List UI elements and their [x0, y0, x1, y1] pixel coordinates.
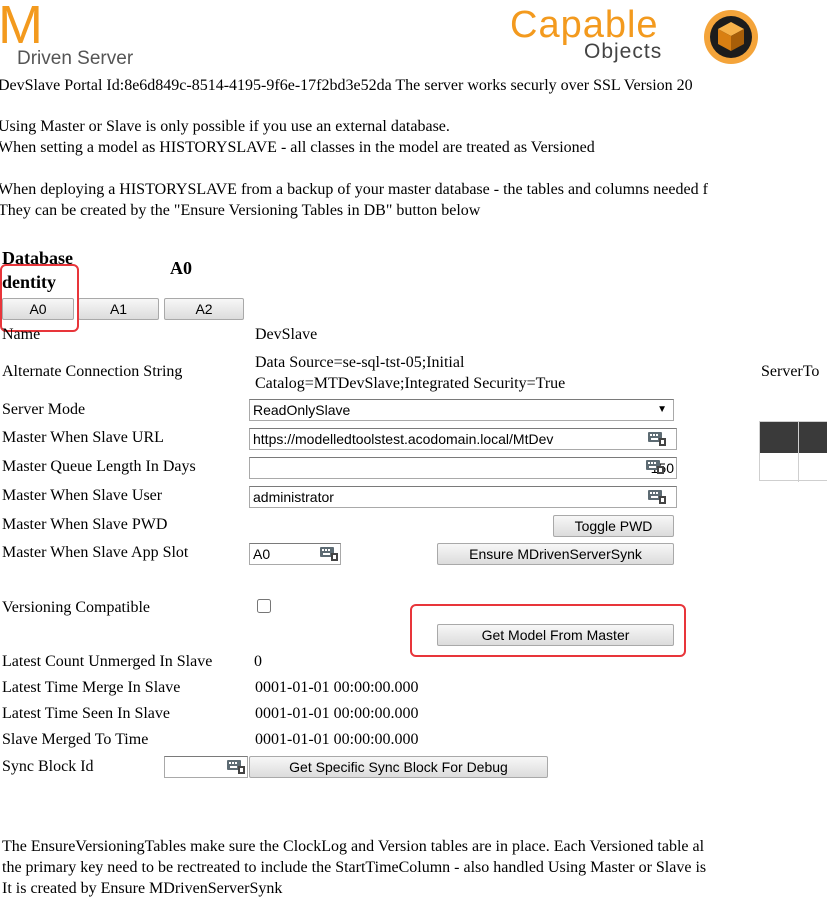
- name-value: DevSlave: [255, 326, 318, 343]
- versioning-checkbox[interactable]: [257, 599, 271, 613]
- unmerged-value: 0: [254, 653, 262, 670]
- alt-connection-line-1: Data Source=se-sql-tst-05;Initial: [255, 354, 465, 371]
- server-mode-select[interactable]: ReadOnlySlave ▼: [249, 399, 674, 421]
- ensure-synk-button[interactable]: Ensure MDrivenServerSynk: [437, 543, 674, 565]
- queue-length-input[interactable]: 150: [249, 457, 677, 479]
- sync-block-label: Sync Block Id: [2, 758, 94, 775]
- capable-objects-cube-logo: [704, 10, 758, 64]
- mdriven-logo-text: Driven Server: [17, 48, 134, 69]
- slave-pwd-label: Master When Slave PWD: [2, 516, 168, 533]
- app-slot-label: Master When Slave App Slot: [2, 544, 189, 561]
- app-slot-value: A0: [253, 546, 271, 562]
- alt-connection-line-2: Catalog=MTDevSlave;Integrated Security=T…: [255, 375, 566, 392]
- server-to-grid: [759, 421, 827, 482]
- slot-button-a1[interactable]: A1: [78, 298, 159, 320]
- get-sync-block-button[interactable]: Get Specific Sync Block For Debug: [249, 756, 548, 778]
- unmerged-label: Latest Count Unmerged In Slave: [2, 653, 213, 670]
- intro-line-3: When deploying a HISTORYSLAVE from a bac…: [0, 181, 708, 198]
- grid-header-row: [760, 422, 827, 453]
- keyboard-icon[interactable]: [646, 460, 664, 474]
- keyboard-icon[interactable]: [648, 432, 666, 446]
- master-url-input[interactable]: https://modelledtoolstest.acodomain.loca…: [249, 428, 677, 450]
- versioning-label: Versioning Compatible: [2, 599, 150, 616]
- alt-connection-value: Data Source=se-sql-tst-05;Initial Catalo…: [255, 352, 565, 394]
- slot-button-a2[interactable]: A2: [164, 298, 244, 320]
- seen-time-label: Latest Time Seen In Slave: [2, 705, 170, 722]
- slave-user-value: administrator: [253, 489, 334, 505]
- toggle-pwd-button[interactable]: Toggle PWD: [553, 515, 674, 537]
- keyboard-icon[interactable]: [320, 547, 338, 561]
- intro-line-1: Using Master or Slave is only possible i…: [0, 118, 450, 135]
- current-identity-value: A0: [170, 258, 192, 278]
- slave-user-label: Master When Slave User: [2, 487, 163, 504]
- footer-line-2: the primary key need to be rectreated to…: [2, 859, 707, 876]
- name-label: Name: [2, 326, 41, 343]
- seen-time-value: 0001-01-01 00:00:00.000: [255, 705, 419, 722]
- grid-column-divider: [798, 422, 799, 482]
- merge-time-label: Latest Time Merge In Slave: [2, 679, 181, 696]
- intro-line-4: They can be created by the "Ensure Versi…: [0, 202, 481, 219]
- dropdown-arrow-icon: ▼: [657, 404, 667, 415]
- footer-line-1: The EnsureVersioningTables make sure the…: [2, 838, 705, 855]
- intro-line-2: When setting a model as HISTORYSLAVE - a…: [0, 139, 595, 156]
- server-to-label: ServerTo: [761, 363, 820, 380]
- merged-to-label: Slave Merged To Time: [2, 731, 149, 748]
- objects-logo-text: Objects: [584, 40, 663, 63]
- alt-connection-label: Alternate Connection String: [2, 363, 183, 380]
- queue-length-label: Master Queue Length In Days: [2, 458, 196, 475]
- server-mode-value: ReadOnlySlave: [253, 402, 351, 418]
- master-url-value: https://modelledtoolstest.acodomain.loca…: [253, 431, 554, 447]
- slave-user-input[interactable]: administrator: [249, 486, 677, 508]
- merge-time-value: 0001-01-01 00:00:00.000: [255, 679, 419, 696]
- server-mode-label: Server Mode: [2, 401, 86, 418]
- highlight-get-model-box: [410, 604, 686, 657]
- merged-to-value: 0001-01-01 00:00:00.000: [255, 731, 419, 748]
- highlight-a0-box: [0, 264, 79, 332]
- portal-info: DevSlave Portal Id:8e6d849c-8514-4195-9f…: [0, 77, 693, 94]
- master-url-label: Master When Slave URL: [2, 429, 164, 446]
- keyboard-icon[interactable]: [648, 490, 666, 504]
- footer-line-3: It is created by Ensure MDrivenServerSyn…: [2, 880, 283, 897]
- keyboard-icon[interactable]: [227, 760, 245, 774]
